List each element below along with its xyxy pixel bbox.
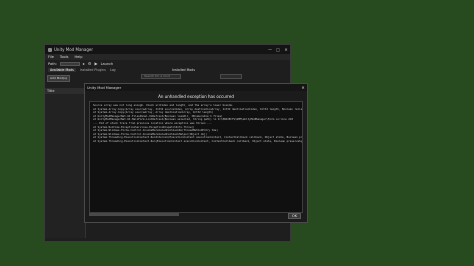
tab-bar: Available Mods Installed Plugins Log: [45, 67, 290, 73]
close-button[interactable]: ✕: [282, 45, 290, 54]
installed-search-input[interactable]: [220, 74, 242, 79]
menu-tools[interactable]: Tools: [60, 55, 69, 59]
dialog-title-bar: Unity Mod Manager ✕: [85, 84, 307, 91]
dialog-title: Unity Mod Manager: [87, 85, 122, 90]
path-input[interactable]: [59, 61, 80, 66]
error-heading: An unhandled exception has occurred: [158, 93, 234, 99]
folder-icon[interactable]: ▸: [83, 61, 85, 66]
dialog-close-button[interactable]: ✕: [299, 85, 307, 90]
error-details-text[interactable]: Source array was not long enough. Check …: [89, 101, 303, 213]
tab-available-mods[interactable]: Available Mods: [48, 68, 76, 72]
minimize-button[interactable]: —: [266, 45, 274, 54]
toolbar: Path: ▸ ⚙ ▶ Launch: [45, 60, 290, 67]
horizontal-scrollbar[interactable]: [89, 213, 303, 216]
tab-installed-plugins[interactable]: Installed Plugins: [80, 68, 106, 72]
tab-installed-mods[interactable]: Installed Mods: [172, 68, 195, 72]
list-item[interactable]: Title: [45, 88, 85, 94]
app-icon: [48, 47, 52, 52]
main-title-bar: Unity Mod Manager — □ ✕: [45, 45, 290, 54]
search-input[interactable]: Search for a mod: [141, 74, 181, 79]
tab-log[interactable]: Log: [110, 68, 116, 72]
launch-button[interactable]: Launch: [101, 62, 114, 66]
menu-help[interactable]: Help: [74, 55, 82, 59]
path-label: Path:: [48, 61, 57, 66]
ok-button[interactable]: OK: [288, 213, 301, 219]
add-mods-button[interactable]: Add Mod(s): [47, 75, 70, 82]
error-line: at System.Threading.ExecutionContext.Run…: [93, 139, 303, 143]
launch-icon[interactable]: ▶: [94, 61, 97, 66]
scrollbar-thumb[interactable]: [89, 213, 179, 216]
main-window-title: Unity Mod Manager: [54, 47, 94, 52]
mod-list-panel: Title: [45, 88, 86, 238]
settings-icon[interactable]: ⚙: [88, 61, 92, 66]
maximize-button[interactable]: □: [274, 45, 282, 54]
error-dialog: Unity Mod Manager ✕ An unhandled excepti…: [84, 83, 308, 223]
menu-file[interactable]: File: [48, 55, 54, 59]
